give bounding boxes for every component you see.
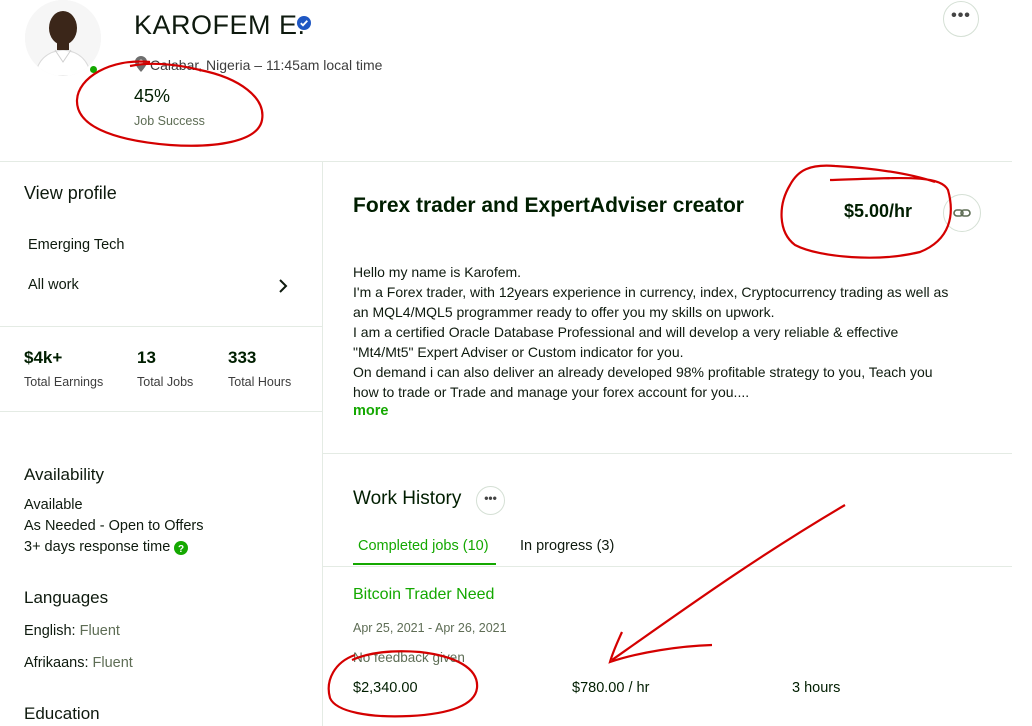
location-pin-icon	[135, 56, 147, 72]
availability-mode: As Needed - Open to Offers	[24, 518, 204, 534]
languages-heading: Languages	[24, 588, 109, 607]
sidebar-divider-1	[0, 326, 322, 327]
stat-total-hours-value: 333	[228, 348, 257, 367]
job-rate: $780.00 / hr	[572, 680, 650, 696]
view-profile-heading: View profile	[24, 183, 117, 203]
freelancer-name: KAROFEM E.	[134, 10, 306, 40]
tabs-divider	[323, 566, 1012, 567]
job-dates: Apr 25, 2021 - Apr 26, 2021	[353, 621, 507, 635]
link-icon	[953, 209, 971, 217]
online-status-dot	[88, 64, 99, 75]
stat-total-jobs-value: 13	[137, 348, 156, 367]
profile-title: Forex trader and ExpertAdviser creator	[353, 194, 744, 217]
svg-text:?: ?	[178, 544, 184, 555]
header-divider	[0, 161, 1012, 162]
education-heading: Education	[24, 704, 100, 723]
sidebar-item-emerging-tech[interactable]: Emerging Tech	[28, 237, 124, 253]
hourly-rate: $5.00/hr	[844, 201, 913, 221]
chevron-right-icon[interactable]	[278, 278, 288, 294]
description-more-link[interactable]: more	[353, 403, 388, 419]
stat-total-hours-label: Total Hours	[228, 375, 292, 389]
job-success-value: 45%	[134, 86, 171, 106]
main-divider	[323, 453, 1012, 454]
sidebar-divider-2	[0, 411, 322, 412]
verified-badge-icon	[297, 16, 311, 30]
location-text: Calabar, Nigeria – 11:45am local time	[150, 57, 383, 73]
response-time: 3+ days response time	[24, 539, 171, 555]
profile-description: Hello my name is Karofem. I'm a Forex tr…	[353, 264, 949, 400]
annotation-arrow-shaft	[611, 504, 846, 661]
active-tab-indicator	[353, 563, 496, 565]
job-feedback: No feedback given	[353, 650, 465, 665]
job-hours: 3 hours	[792, 680, 841, 696]
stat-total-jobs-label: Total Jobs	[137, 375, 194, 389]
work-history-more-button[interactable]: •••	[476, 486, 505, 515]
language-afrikaans: Afrikaans: Fluent	[24, 655, 133, 671]
availability-status: Available	[24, 497, 83, 513]
profile-more-button[interactable]: •••	[943, 1, 979, 37]
job-success-label: Job Success	[134, 114, 205, 128]
stat-total-earnings-label: Total Earnings	[24, 375, 104, 389]
copy-link-button[interactable]	[943, 194, 981, 232]
annotation-arrow-head	[608, 631, 713, 664]
column-divider	[322, 162, 323, 726]
stat-total-earnings-value: $4k+	[24, 348, 63, 367]
tab-completed-jobs[interactable]: Completed jobs (10)	[358, 538, 489, 554]
job-amount: $2,340.00	[353, 680, 418, 696]
work-history-title: Work History	[353, 488, 462, 509]
help-circle-icon[interactable]: ?	[174, 541, 188, 555]
job-title-link[interactable]: Bitcoin Trader Need	[353, 586, 494, 604]
language-english: English: Fluent	[24, 623, 120, 639]
availability-heading: Availability	[24, 465, 105, 484]
tab-in-progress[interactable]: In progress (3)	[520, 538, 614, 554]
sidebar-item-all-work[interactable]: All work	[28, 277, 79, 293]
